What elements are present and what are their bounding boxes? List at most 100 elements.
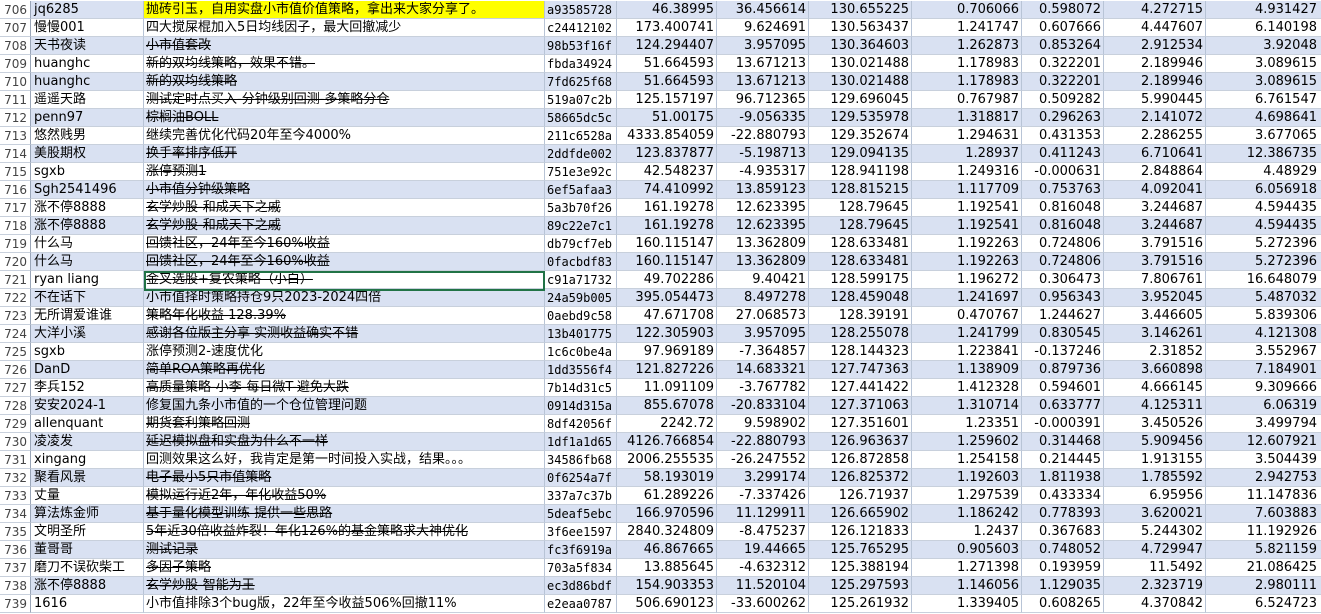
cell-v7[interactable]: 4.698641 (1206, 109, 1321, 127)
cell-title[interactable]: 棕榈油BOLL (144, 109, 545, 127)
table-row[interactable]: 719 什么马 回馈社区，24年至今160%收益 db79cf7eb 160.11514… (0, 235, 1321, 253)
cell-id[interactable]: 13b401775 (545, 325, 617, 343)
cell-v2[interactable]: 9.598902 (717, 415, 809, 433)
cell-user[interactable]: 1616 (31, 595, 144, 613)
cell-v3[interactable]: 128.79645 (809, 199, 912, 217)
cell-id[interactable]: fc3f6919a (545, 541, 617, 559)
row-header[interactable]: 735 (0, 523, 31, 541)
row-header[interactable]: 706 (0, 1, 31, 19)
cell-title[interactable]: 5年近30倍收益炸裂！年化126%的基金策略求大神优化 (144, 523, 545, 541)
cell-id[interactable]: 751e3e92c (545, 163, 617, 181)
cell-id[interactable]: 24a59b005 (545, 289, 617, 307)
row-header[interactable]: 727 (0, 379, 31, 397)
cell-v3[interactable]: 130.563437 (809, 19, 912, 37)
row-header[interactable]: 736 (0, 541, 31, 559)
cell-v3[interactable]: 129.352674 (809, 127, 912, 145)
cell-v5[interactable]: 0.748052 (1022, 541, 1104, 559)
cell-v3[interactable]: 128.633481 (809, 235, 912, 253)
cell-v3[interactable]: 127.351601 (809, 415, 912, 433)
cell-v7[interactable]: 12.607921 (1206, 433, 1321, 451)
row-header[interactable]: 717 (0, 199, 31, 217)
cell-v1[interactable]: 47.671708 (617, 307, 717, 325)
cell-v2[interactable]: -4.935317 (717, 163, 809, 181)
cell-v7[interactable]: 5.821159 (1206, 541, 1321, 559)
cell-v4[interactable]: 1.2437 (912, 523, 1022, 541)
cell-user[interactable]: 磨刀不误砍柴工 (31, 559, 144, 577)
cell-user[interactable]: 无所谓爱谁谁 (31, 307, 144, 325)
cell-v5[interactable]: 0.306473 (1022, 271, 1104, 289)
cell-v6[interactable]: 2.286255 (1104, 127, 1206, 145)
cell-v2[interactable]: -20.833104 (717, 397, 809, 415)
row-header[interactable]: 716 (0, 181, 31, 199)
cell-v5[interactable]: 0.594601 (1022, 379, 1104, 397)
table-row[interactable]: 721 ryan liang 金叉选股+复农策略（小白） c91a71732 49.70… (0, 271, 1321, 289)
cell-user[interactable]: 遥遥天路 (31, 91, 144, 109)
cell-v4[interactable]: 0.767987 (912, 91, 1022, 109)
cell-v6[interactable]: 2.323719 (1104, 577, 1206, 595)
cell-title[interactable]: 感谢各位版主分享 实测收益确实不错 (144, 325, 545, 343)
cell-v4[interactable]: 1.192263 (912, 253, 1022, 271)
cell-id[interactable]: 7b14d31c5 (545, 379, 617, 397)
cell-v1[interactable]: 2840.324809 (617, 523, 717, 541)
table-row[interactable]: 712 penn97 棕榈油BOLL 58665dc5c 51.00175 -9.0563… (0, 109, 1321, 127)
cell-user[interactable]: 算法炼金师 (31, 505, 144, 523)
cell-title[interactable]: 涨停预测2-速度优化 (144, 343, 545, 361)
cell-user[interactable]: 聚看风景 (31, 469, 144, 487)
cell-v5[interactable]: 0.853264 (1022, 37, 1104, 55)
cell-user[interactable]: 董哥哥 (31, 541, 144, 559)
cell-v2[interactable]: 12.623395 (717, 217, 809, 235)
cell-id[interactable]: c91a71732 (545, 271, 617, 289)
cell-title[interactable]: 模拟运行近2年，年化收益50% (144, 487, 545, 505)
cell-v7[interactable]: 6.761547 (1206, 91, 1321, 109)
cell-v4[interactable]: 1.178983 (912, 55, 1022, 73)
cell-user[interactable]: 文明圣所 (31, 523, 144, 541)
cell-v5[interactable]: 1.129035 (1022, 577, 1104, 595)
cell-v7[interactable]: 3.552967 (1206, 343, 1321, 361)
cell-v4[interactable]: 1.241747 (912, 19, 1022, 37)
cell-v3[interactable]: 126.872858 (809, 451, 912, 469)
cell-v6[interactable]: 4.729947 (1104, 541, 1206, 559)
cell-v1[interactable]: 11.091109 (617, 379, 717, 397)
cell-title[interactable]: 回馈社区，24年至今160%收益 (144, 235, 545, 253)
cell-user[interactable]: 美股期权 (31, 145, 144, 163)
cell-title[interactable]: 期货套利策略回测 (144, 415, 545, 433)
cell-v5[interactable]: -0.000631 (1022, 163, 1104, 181)
cell-id[interactable]: 519a07c2b (545, 91, 617, 109)
cell-v2[interactable]: -22.880793 (717, 433, 809, 451)
cell-v6[interactable]: 3.660898 (1104, 361, 1206, 379)
cell-user[interactable]: ryan liang (31, 271, 144, 289)
cell-v7[interactable]: 2.942753 (1206, 469, 1321, 487)
cell-v6[interactable]: 2.141072 (1104, 109, 1206, 127)
cell-v6[interactable]: 2.848864 (1104, 163, 1206, 181)
cell-v1[interactable]: 97.969189 (617, 343, 717, 361)
cell-v2[interactable]: 11.520104 (717, 577, 809, 595)
cell-v5[interactable]: 0.598072 (1022, 1, 1104, 19)
cell-v4[interactable]: 1.241697 (912, 289, 1022, 307)
cell-v4[interactable]: 1.249316 (912, 163, 1022, 181)
cell-v1[interactable]: 161.19278 (617, 199, 717, 217)
cell-title[interactable]: 小市值套改 (144, 37, 545, 55)
cell-v7[interactable]: 3.504439 (1206, 451, 1321, 469)
cell-title[interactable]: 延迟模拟盘和实盘为什么不一样 (144, 433, 545, 451)
cell-v5[interactable]: 0.816048 (1022, 217, 1104, 235)
cell-v3[interactable]: 130.364603 (809, 37, 912, 55)
cell-title[interactable]: 小市值分钟级策略 (144, 181, 545, 199)
cell-v3[interactable]: 130.021488 (809, 55, 912, 73)
cell-id[interactable]: 5deaf5ebc (545, 505, 617, 523)
cell-v2[interactable]: 9.40421 (717, 271, 809, 289)
table-row[interactable]: 722 不在话下 小市值择时策略持仓9只2023-2024四倍 24a59b005 39… (0, 289, 1321, 307)
cell-user[interactable]: xingang (31, 451, 144, 469)
cell-title[interactable]: 新的双均线策略，效果不错。 (144, 55, 545, 73)
row-header[interactable]: 714 (0, 145, 31, 163)
cell-v4[interactable]: 0.905603 (912, 541, 1022, 559)
cell-v1[interactable]: 855.67078 (617, 397, 717, 415)
row-header[interactable]: 725 (0, 343, 31, 361)
cell-v2[interactable]: 12.623395 (717, 199, 809, 217)
row-header[interactable]: 715 (0, 163, 31, 181)
cell-v5[interactable]: 0.296263 (1022, 109, 1104, 127)
row-header[interactable]: 731 (0, 451, 31, 469)
row-header[interactable]: 722 (0, 289, 31, 307)
cell-v6[interactable]: 3.244687 (1104, 217, 1206, 235)
cell-v4[interactable]: 1.294631 (912, 127, 1022, 145)
cell-title[interactable]: 电子最小5只市值策略 (144, 469, 545, 487)
